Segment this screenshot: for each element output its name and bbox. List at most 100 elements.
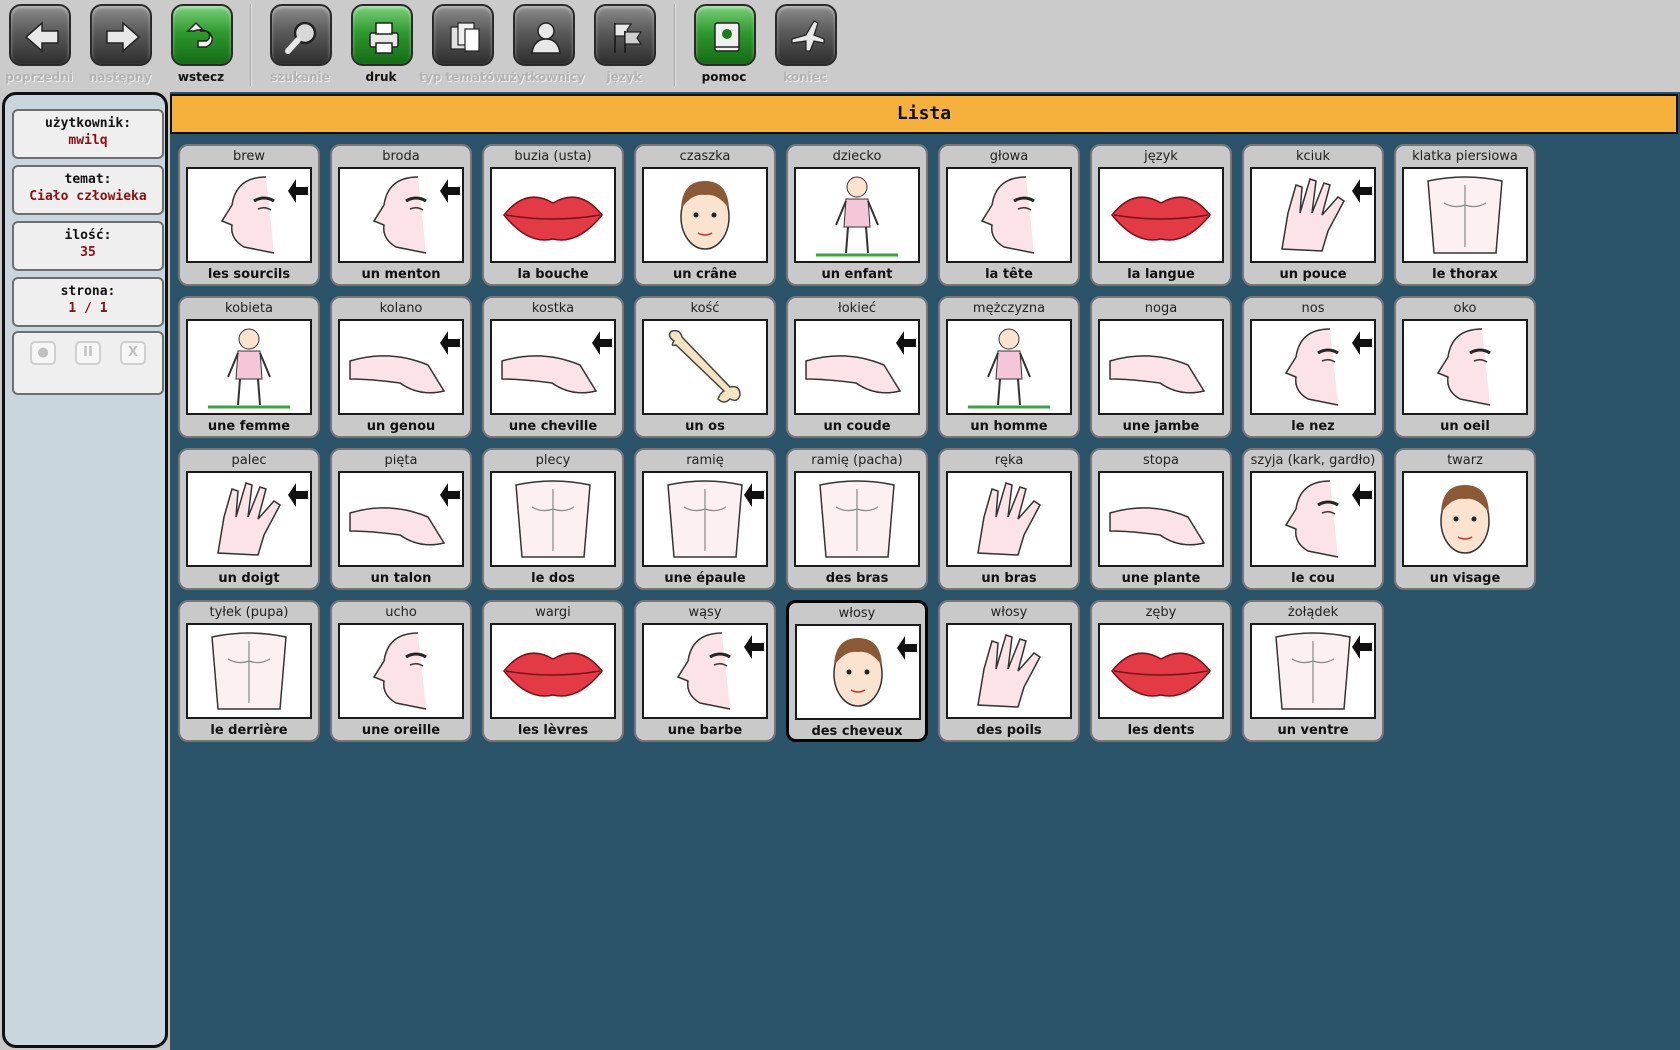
word-card[interactable]: tyłek (pupa) le derrière xyxy=(178,600,320,742)
count-label: ilość: xyxy=(64,228,112,243)
word-card[interactable]: ramię une épaule xyxy=(634,448,776,590)
word-card[interactable]: mężczyzna un homme xyxy=(938,296,1080,438)
word-card[interactable]: pięta un talon xyxy=(330,448,472,590)
help-button[interactable]: pomoc xyxy=(688,4,758,90)
card-french-word: une jambe xyxy=(1122,419,1200,434)
card-polish-word: kolano xyxy=(379,301,423,316)
word-card[interactable]: kość un os xyxy=(634,296,776,438)
card-french-word: le nez xyxy=(1291,419,1335,434)
word-card[interactable]: kciuk un pouce xyxy=(1242,144,1384,286)
card-french-word: des cheveux xyxy=(811,724,903,739)
word-card[interactable]: broda un menton xyxy=(330,144,472,286)
exit-button[interactable]: koniec xyxy=(769,4,839,90)
word-card[interactable]: klatka piersiowa le thorax xyxy=(1394,144,1536,286)
card-polish-word: zęby xyxy=(1145,605,1177,620)
card-polish-word: włosy xyxy=(990,605,1028,620)
card-polish-word: pięta xyxy=(384,453,418,468)
card-french-word: un crâne xyxy=(673,267,737,282)
word-card[interactable]: ręka un bras xyxy=(938,448,1080,590)
print-icon xyxy=(351,4,413,66)
stop-button[interactable]: X xyxy=(120,341,146,365)
word-card[interactable]: stopa une plante xyxy=(1090,448,1232,590)
card-polish-word: wąsy xyxy=(688,605,722,620)
finger-picture xyxy=(186,471,312,567)
card-french-word: un genou xyxy=(366,419,436,434)
card-french-word: un bras xyxy=(981,571,1037,586)
word-card[interactable]: wąsy une barbe xyxy=(634,600,776,742)
card-french-word: des poils xyxy=(976,723,1042,738)
word-card[interactable]: buzia (usta) la bouche xyxy=(482,144,624,286)
card-polish-word: stopa xyxy=(1142,453,1180,468)
language-label: język xyxy=(606,70,642,84)
word-card[interactable]: brew les sourcils xyxy=(178,144,320,286)
face-picture xyxy=(1402,471,1528,567)
card-french-word: une épaule xyxy=(664,571,746,586)
card-polish-word: ręka xyxy=(994,453,1024,468)
chest-picture xyxy=(1402,167,1528,263)
word-card[interactable]: włosy des cheveux xyxy=(786,600,928,742)
search-button[interactable]: szukanie xyxy=(264,4,334,90)
topic-type-button[interactable]: typ tematów xyxy=(419,4,505,90)
media-controls: ● II X xyxy=(12,331,164,395)
buttocks-picture xyxy=(186,623,312,719)
bone-picture xyxy=(642,319,768,415)
lips-picture xyxy=(490,623,616,719)
users-button[interactable]: użytkownicy xyxy=(501,4,585,90)
previous-button[interactable]: poprzedni xyxy=(3,4,73,90)
card-polish-word: brew xyxy=(233,149,265,164)
hand-picture xyxy=(946,471,1072,567)
word-card[interactable]: wargi les lèvres xyxy=(482,600,624,742)
language-button[interactable]: język xyxy=(588,4,658,90)
word-card[interactable]: twarz un visage xyxy=(1394,448,1536,590)
card-french-word: un ventre xyxy=(1277,723,1349,738)
word-card[interactable]: nos le nez xyxy=(1242,296,1384,438)
word-card[interactable]: język la langue xyxy=(1090,144,1232,286)
next-button[interactable]: następny xyxy=(84,4,154,90)
word-card[interactable]: ramię (pacha) des bras xyxy=(786,448,928,590)
word-card[interactable]: szyja (kark, gardło) le cou xyxy=(1242,448,1384,590)
word-card[interactable]: ucho une oreille xyxy=(330,600,472,742)
word-card[interactable]: kostka une cheville xyxy=(482,296,624,438)
word-card[interactable]: kolano un genou xyxy=(330,296,472,438)
word-card[interactable]: włosy des poils xyxy=(938,600,1080,742)
count-value: 35 xyxy=(80,245,96,260)
card-french-word: un enfant xyxy=(821,267,893,282)
card-french-word: le derrière xyxy=(210,723,288,738)
card-polish-word: oko xyxy=(1453,301,1477,316)
armpit-picture xyxy=(794,471,920,567)
card-polish-word: palec xyxy=(231,453,267,468)
card-polish-word: głowa xyxy=(989,149,1029,164)
word-card[interactable]: dziecko un enfant xyxy=(786,144,928,286)
word-card[interactable]: kobieta une femme xyxy=(178,296,320,438)
pause-button[interactable]: II xyxy=(75,341,101,365)
card-french-word: un oeil xyxy=(1440,419,1490,434)
record-button[interactable]: ● xyxy=(30,341,56,365)
word-card[interactable]: palec un doigt xyxy=(178,448,320,590)
card-french-word: une plante xyxy=(1121,571,1201,586)
user-info: użytkownik: mwilq xyxy=(12,109,164,159)
word-card[interactable]: oko un oeil xyxy=(1394,296,1536,438)
card-polish-word: łokieć xyxy=(838,301,876,316)
word-card[interactable]: noga une jambe xyxy=(1090,296,1232,438)
back-button[interactable]: wstecz xyxy=(165,4,235,90)
word-card[interactable]: głowa la tête xyxy=(938,144,1080,286)
page-title: Lista xyxy=(896,103,952,124)
topic-info: temat: Ciało człowieka xyxy=(12,165,164,215)
card-french-word: un talon xyxy=(370,571,432,586)
word-card[interactable]: czaszka un crâne xyxy=(634,144,776,286)
topic-label: temat: xyxy=(64,172,112,187)
word-card[interactable]: zęby les dents xyxy=(1090,600,1232,742)
print-button[interactable]: druk xyxy=(345,4,415,90)
teeth-picture xyxy=(1098,623,1224,719)
list-title-bar: Lista xyxy=(170,94,1678,134)
card-polish-word: wargi xyxy=(535,605,571,620)
card-polish-word: szyja (kark, gardło) xyxy=(1250,453,1376,468)
card-polish-word: język xyxy=(1144,149,1178,164)
beard-picture xyxy=(642,623,768,719)
card-french-word: un doigt xyxy=(218,571,280,586)
child-picture xyxy=(794,167,920,263)
word-card[interactable]: plecy le dos xyxy=(482,448,624,590)
card-polish-word: broda xyxy=(382,149,420,164)
word-card[interactable]: żołądek un ventre xyxy=(1242,600,1384,742)
word-card[interactable]: łokieć un coude xyxy=(786,296,928,438)
